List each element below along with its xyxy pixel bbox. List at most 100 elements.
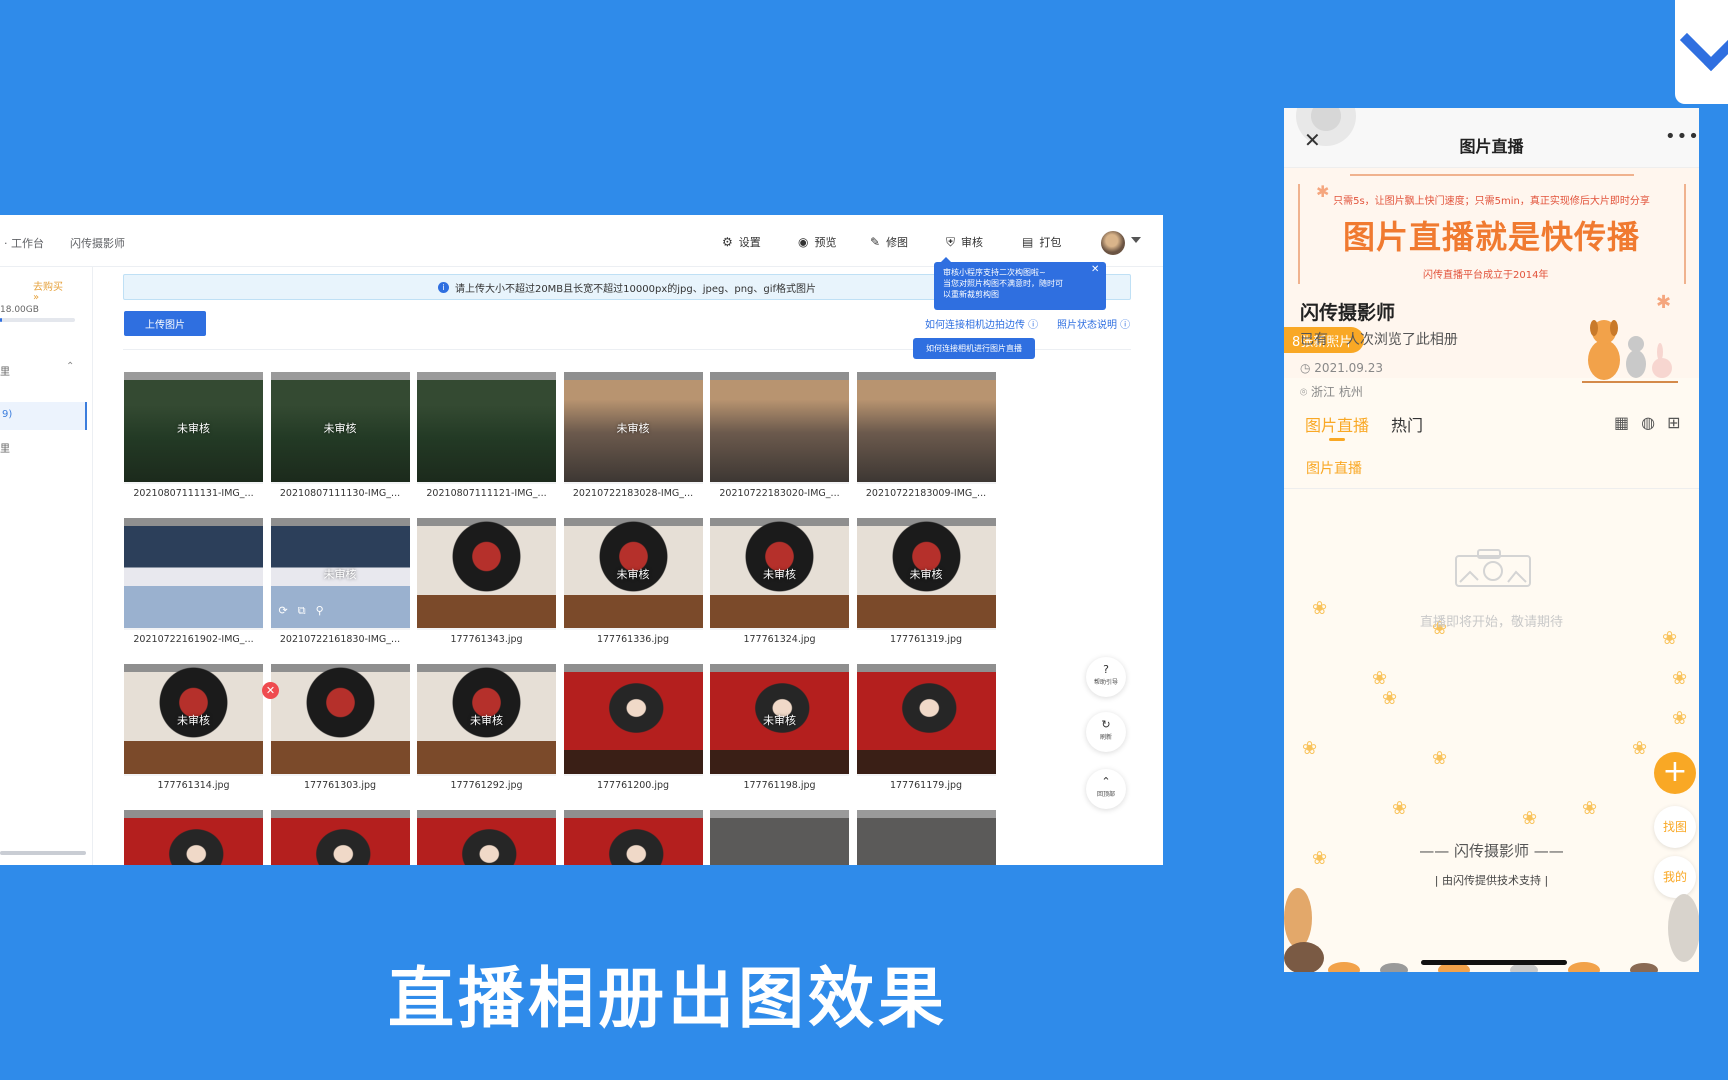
paw-icon: ❀	[1522, 808, 1538, 829]
photo-card[interactable]: 20210807111121-IMG_...	[417, 372, 556, 499]
photo-thumbnail[interactable]	[563, 810, 703, 865]
crop-icon[interactable]: ⧉	[298, 604, 306, 618]
package-button[interactable]: ▤ 打包	[1022, 234, 1061, 250]
photo-filename: 177761179.jpg	[889, 780, 963, 791]
photo-thumbnail[interactable]	[270, 664, 410, 774]
photo-card[interactable]: 20210722161902-IMG_...	[124, 518, 263, 645]
review-button[interactable]: ⛨ 审核	[946, 234, 983, 250]
tab-hot[interactable]: 热门	[1391, 412, 1423, 436]
double-arrow-icon[interactable]: »	[33, 292, 39, 303]
review-status: 未审核	[470, 714, 503, 727]
review-status: 未审核	[763, 714, 796, 727]
photo-thumbnail[interactable]	[710, 810, 849, 865]
photo-card[interactable]: 未审核 177761324.jpg	[710, 518, 849, 645]
photo-thumbnail[interactable]	[124, 810, 263, 865]
photo-thumbnail[interactable]	[417, 518, 556, 628]
photo-thumbnail[interactable]	[563, 664, 703, 774]
photo-card[interactable]: 20210722183009-IMG_...	[856, 372, 996, 499]
grid-icon[interactable]: ⊞	[1667, 413, 1680, 432]
photo-card[interactable]: 未审核 20210807111130-IMG_...	[270, 372, 410, 499]
photo-card[interactable]: 未审核 177761198.jpg	[710, 664, 849, 791]
photo-card[interactable]: 未审核 20210722183028-IMG_...	[563, 372, 703, 499]
phone-nav-bar: ✕ 图片直播 •••	[1284, 108, 1699, 168]
sidebar-item-group[interactable]: 里	[0, 363, 10, 378]
photo-card[interactable]	[270, 810, 410, 865]
photo-card[interactable]	[856, 810, 996, 865]
more-icon[interactable]: •••	[1665, 126, 1699, 147]
divider	[1284, 488, 1699, 489]
location-pin-icon[interactable]: ⚲	[316, 604, 324, 618]
buy-storage-link[interactable]: 去购买	[33, 278, 63, 293]
globe-icon[interactable]: ◍	[1641, 413, 1655, 432]
photo-thumbnail[interactable]	[856, 810, 996, 865]
camera-live-tooltip[interactable]: 如何连接相机进行图片直播	[913, 338, 1035, 359]
upload-photo-button[interactable]: 上传图片	[124, 311, 206, 336]
package-label: 打包	[1039, 236, 1062, 249]
preview-label: 预览	[814, 236, 837, 249]
photo-thumbnail[interactable]	[710, 372, 849, 482]
album-location: ⌾ 浙江 杭州	[1300, 383, 1363, 400]
banner-founded: 闪传直播平台成立于2014年	[1423, 270, 1549, 281]
preview-button[interactable]: ◉ 预览	[798, 234, 836, 250]
delete-photo-button[interactable]: ✕	[262, 682, 279, 699]
review-status: 未审核	[323, 422, 357, 435]
review-status: 未审核	[616, 422, 650, 435]
photo-card[interactable]: 未审核 177761336.jpg	[563, 518, 703, 645]
chevron-up-icon[interactable]: ⌃	[66, 361, 74, 372]
paw-icon: ❀	[1672, 708, 1688, 729]
breadcrumb-workbench[interactable]: · 工作台	[4, 235, 44, 251]
sidebar-item[interactable]: 里	[0, 440, 10, 455]
settings-label: 设置	[738, 236, 761, 249]
photo-card[interactable]: 177761303.jpg	[270, 664, 410, 791]
photo-thumbnail[interactable]	[856, 664, 996, 774]
photo-card[interactable]: 未审核 177761314.jpg	[124, 664, 263, 791]
add-button[interactable]: +	[1654, 752, 1696, 794]
photo-card[interactable]	[417, 810, 556, 865]
photo-thumbnail[interactable]	[856, 372, 996, 482]
close-icon[interactable]: ✕	[1091, 264, 1099, 275]
footer-album-name: —— 闪传摄影师 ——	[1419, 842, 1564, 860]
refresh-icon: ↻	[1101, 718, 1111, 731]
phone-title: 图片直播	[1459, 137, 1524, 156]
retouch-button[interactable]: ✎ 修图	[870, 234, 908, 250]
photo-card[interactable]: 未审核 20210807111131-IMG_...	[124, 372, 263, 499]
subtab-live[interactable]: 图片直播	[1306, 458, 1362, 478]
photo-card[interactable]	[710, 810, 849, 865]
review-tooltip: 审核小程序支持二次构图啦~ 当您对照片构图不满意时，随时可 以重新裁剪构图	[934, 262, 1106, 310]
photo-card[interactable]	[124, 810, 263, 865]
album-date-text: 2021.09.23	[1314, 361, 1384, 375]
camera-icon	[1455, 549, 1531, 587]
photo-thumbnail[interactable]	[417, 372, 556, 482]
help-guide-button[interactable]: ? 帮助引导	[1086, 657, 1126, 697]
photo-card[interactable]	[563, 810, 703, 865]
refresh-button[interactable]: ↻ 刷新	[1086, 712, 1126, 752]
clock-icon: ◷	[1300, 361, 1315, 375]
back-to-top-button[interactable]: ⌃ 回顶部	[1086, 769, 1126, 809]
settings-button[interactable]: ⚙ 设置	[722, 234, 761, 250]
photo-status-help-link[interactable]: 照片状态说明 ⓘ	[1057, 316, 1130, 331]
photo-filename: 177761319.jpg	[889, 634, 963, 645]
app-logo-corner	[1675, 0, 1728, 104]
photo-card[interactable]: 177761200.jpg	[563, 664, 703, 791]
sidebar-item-active[interactable]: 9)	[0, 402, 87, 430]
chevron-down-icon[interactable]	[1131, 237, 1141, 243]
camera-connect-link[interactable]: 如何连接相机边拍边传 ⓘ	[925, 316, 1038, 331]
photo-filename: 20210807111131-IMG_...	[133, 488, 254, 499]
photo-thumbnail[interactable]	[417, 810, 556, 865]
photo-card[interactable]: 未审核 20210722161830-IMG_... ⟳ ⧉ ⚲	[270, 518, 410, 645]
empty-state-text: 直播即将开始，敬请期待	[1419, 615, 1563, 630]
sidebar-scrollbar[interactable]	[0, 851, 86, 855]
photo-card[interactable]: 177761179.jpg	[856, 664, 996, 791]
photo-thumbnail[interactable]	[124, 518, 263, 628]
tab-live[interactable]: 图片直播	[1305, 412, 1369, 436]
photo-thumbnail[interactable]	[270, 810, 410, 865]
avatar[interactable]	[1101, 231, 1125, 255]
photo-card[interactable]: 20210722183020-IMG_...	[710, 372, 849, 499]
upload-notice-text: 请上传大小不超过20MB且长宽不超过10000px的jpg、jpeg、png、g…	[454, 283, 817, 295]
photo-card[interactable]: 未审核 177761292.jpg	[417, 664, 556, 791]
photo-card[interactable]: 177761343.jpg	[417, 518, 556, 645]
refresh-label: 刷新	[1099, 734, 1112, 741]
rotate-icon[interactable]: ⟳	[279, 604, 288, 618]
qrcode-icon[interactable]: ▦	[1614, 413, 1629, 432]
photo-card[interactable]: 未审核 177761319.jpg	[856, 518, 996, 645]
